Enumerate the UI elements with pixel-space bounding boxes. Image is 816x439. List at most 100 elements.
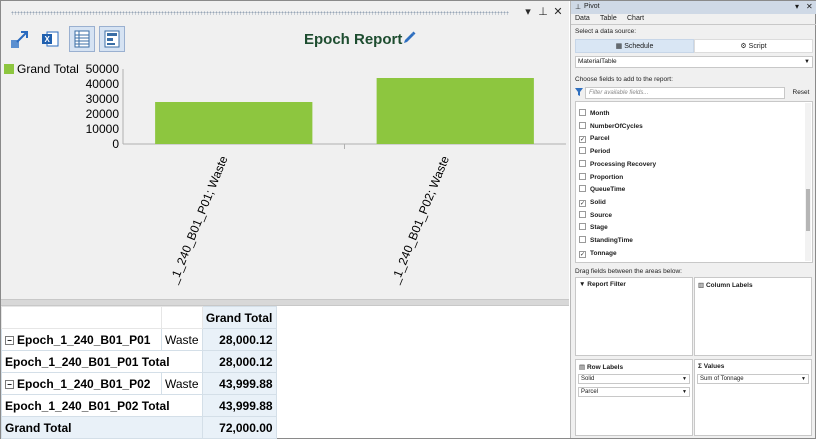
report-pane: ▾ ⊥ ✕ X Epoch Report Grand Total 50000 4…	[1, 1, 569, 439]
panel-title: Pivot	[584, 3, 600, 10]
field-item[interactable]: Stage	[579, 222, 608, 234]
value-item[interactable]: Sum of Tonnage ▼	[697, 374, 809, 384]
export-arrow-icon	[11, 31, 28, 48]
tab-data[interactable]: Data	[575, 15, 590, 22]
row-header-cell[interactable]: − Epoch_1_240_B01_P01	[1, 328, 162, 351]
collapse-icon[interactable]: −	[5, 335, 14, 345]
column-header-grand-total[interactable]: Grand Total	[201, 306, 277, 329]
row-labels-header: ▤ Row Labels	[579, 364, 624, 371]
value-cell: 28,000.12	[201, 328, 277, 351]
report-toolbar: X Epoch Report	[1, 23, 569, 56]
field-label: QueueTime	[590, 186, 626, 194]
row-label-item[interactable]: Parcel ▼	[578, 387, 690, 397]
empty-corner-cell	[1, 306, 162, 329]
table-view-button[interactable]	[69, 26, 95, 52]
field-item[interactable]: ✓ Solid	[579, 197, 606, 209]
report-filter-area[interactable]: ▼ Report Filter	[575, 277, 693, 356]
field-label: Period	[590, 148, 611, 156]
collapse-icon[interactable]: −	[5, 379, 14, 389]
field-checkbox[interactable]	[579, 236, 586, 243]
table-icon	[74, 30, 90, 48]
field-label: Parcel	[590, 135, 610, 143]
field-item[interactable]: Processing Recovery	[579, 159, 656, 171]
column-labels-area[interactable]: ▥ Column Labels	[694, 277, 812, 356]
drag-fields-label: Drag fields between the areas below:	[575, 268, 682, 275]
export-button[interactable]	[7, 26, 33, 52]
schedule-icon: ▦	[615, 43, 623, 50]
field-checkbox[interactable]: ✓	[579, 199, 586, 207]
field-checkbox[interactable]	[579, 109, 586, 116]
field-checkbox[interactable]	[579, 121, 586, 129]
grand-total-value: 72,000.00	[201, 416, 277, 439]
chevron-down-icon: ▼	[801, 376, 806, 382]
drag-grip[interactable]	[11, 11, 509, 15]
excel-button[interactable]: X	[37, 26, 63, 52]
row-header-cell[interactable]: − Epoch_1_240_B01_P02	[1, 372, 162, 395]
field-item[interactable]: Month	[579, 108, 610, 120]
row-label-item[interactable]: Solid ▼	[578, 374, 690, 384]
chevron-down-icon: ▼	[682, 389, 687, 395]
chart-view-button[interactable]	[99, 26, 125, 52]
field-checkbox[interactable]	[579, 172, 586, 180]
dropdown-arrow-icon[interactable]: ▾	[521, 5, 535, 19]
field-label: Source	[590, 211, 613, 219]
bar-chart: Grand Total 50000400003000020000100000 _1_…	[4, 62, 566, 287]
field-checkbox[interactable]: ✓	[579, 136, 586, 144]
panel-title-bar: ⊥ Pivot ▾ ✕	[571, 1, 816, 14]
field-item[interactable]: StandingTime	[579, 235, 633, 247]
grand-total-row: Grand Total 72,000.00	[1, 416, 277, 439]
y-tick-label: 30000	[86, 92, 120, 106]
values-area[interactable]: Σ Values Sum of Tonnage ▼	[694, 359, 812, 436]
source-schedule-label: Schedule	[624, 43, 654, 50]
data-table-select[interactable]: MaterialTable ▼	[575, 56, 813, 68]
values-header: Σ Values	[698, 363, 725, 370]
field-checkbox[interactable]: ✓	[579, 250, 586, 258]
tab-chart[interactable]: Chart	[627, 15, 644, 22]
field-item[interactable]: Period	[579, 146, 610, 158]
grand-total-label: Grand Total	[1, 416, 203, 439]
field-item[interactable]: Proportion	[579, 172, 623, 184]
splitter[interactable]	[1, 299, 569, 306]
chevron-down-icon: ▼	[682, 376, 687, 382]
field-checkbox[interactable]	[579, 185, 586, 193]
sub-row-label: Waste	[161, 328, 203, 351]
close-icon[interactable]: ✕	[551, 5, 565, 19]
select-source-label: Select a data source:	[575, 28, 637, 35]
field-list: Month NumberOfCycles ✓ Parcel Period Processi…	[575, 101, 813, 263]
pin-icon[interactable]: ⊥	[536, 5, 550, 19]
scrollbar-thumb[interactable]	[806, 189, 810, 231]
panel-pin-icon[interactable]: ⊥	[575, 3, 581, 11]
group-row: − Epoch_1_240_B01_P02 Waste 43,999.88	[1, 372, 277, 395]
field-item[interactable]: ✓ Tonnage	[579, 248, 617, 260]
field-checkbox[interactable]	[579, 223, 586, 231]
filter-fields-input[interactable]: Filter available fields...	[585, 87, 785, 99]
pivot-grid: Grand Total − Epoch_1_240_B01_P01 Waste 28,…	[1, 306, 569, 439]
y-tick-label: 20000	[86, 107, 120, 121]
chevron-down-icon: ▼	[804, 59, 810, 65]
filter-icon	[575, 88, 583, 96]
field-checkbox[interactable]	[579, 147, 586, 155]
panel-close-icon[interactable]: ✕	[806, 2, 813, 11]
chart-area: Grand Total 50000 40000 30000 20000 10000 0 _1_…	[1, 56, 569, 299]
value-cell: 43,999.88	[201, 372, 277, 395]
field-item[interactable]: NumberOfCycles	[579, 121, 643, 133]
source-script-button[interactable]: ⚙ Script	[694, 39, 813, 53]
script-icon: ⚙	[740, 43, 747, 50]
field-label: Tonnage	[590, 249, 617, 257]
tab-table[interactable]: Table	[600, 15, 617, 22]
field-checkbox[interactable]	[579, 159, 586, 167]
edit-pencil-icon[interactable]	[401, 30, 417, 46]
field-list-scrollbar[interactable]	[805, 103, 811, 261]
y-tick-label: 40000	[86, 77, 120, 91]
field-item[interactable]: QueueTime	[579, 184, 625, 196]
field-checkbox[interactable]	[579, 210, 586, 218]
reset-button[interactable]: Reset	[789, 87, 813, 99]
source-schedule-button[interactable]: ▦ Schedule	[575, 39, 694, 53]
field-item[interactable]: Source	[579, 210, 612, 222]
x-tick-label: _1_240_B01_P01; Waste	[166, 154, 231, 287]
panel-dropdown-icon[interactable]: ▾	[795, 2, 799, 11]
row-labels-area[interactable]: ▤ Row Labels Solid ▼ Parcel ▼	[575, 359, 693, 436]
field-item[interactable]: ✓ Parcel	[579, 133, 610, 145]
sigma-icon: Σ	[698, 363, 702, 370]
subtotal-row: Epoch_1_240_B01_P01 Total 28,000.12	[1, 350, 277, 373]
